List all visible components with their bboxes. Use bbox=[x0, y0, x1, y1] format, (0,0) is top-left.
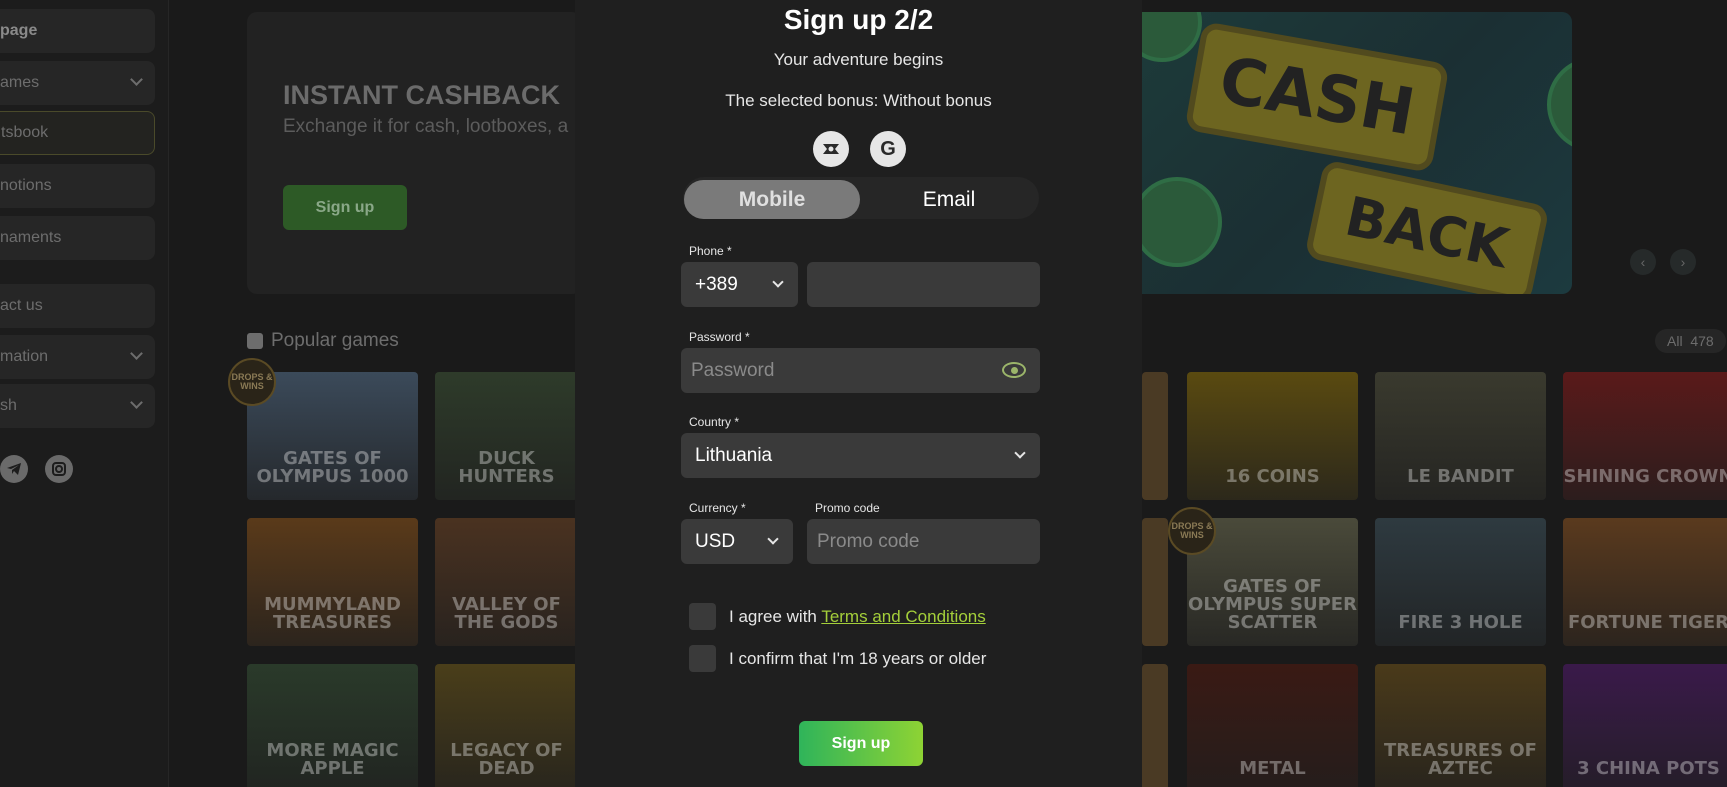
currency-value: USD bbox=[695, 530, 736, 552]
cashback-banner-art: CASH BACK bbox=[1142, 12, 1572, 294]
game-tile[interactable]: 3 CHINA POTS bbox=[1563, 664, 1727, 787]
banner-subtitle: Exchange it for cash, lootboxes, a bbox=[283, 116, 569, 137]
game-tile[interactable]: TREASURES OF AZTEC bbox=[1375, 664, 1546, 787]
selected-bonus-text: The selected bonus: Without bonus bbox=[725, 91, 992, 110]
game-tile-partial[interactable] bbox=[1142, 664, 1168, 787]
sidebar-item-information[interactable]: mation bbox=[0, 335, 155, 379]
all-count: 478 bbox=[1690, 333, 1714, 349]
game-tile-partial[interactable] bbox=[1142, 518, 1168, 646]
game-tile[interactable]: FORTUNE TIGER bbox=[1563, 518, 1727, 646]
banner-title: INSTANT CASHBACK bbox=[283, 80, 560, 110]
chevron-down-icon bbox=[772, 276, 784, 288]
currency-label: Currency * bbox=[689, 501, 746, 515]
terms-text: I agree with Terms and Conditions bbox=[729, 607, 986, 627]
sidebar-item-label: notions bbox=[0, 177, 52, 194]
game-tile[interactable]: MUMMYLAND TREASURES bbox=[247, 518, 418, 646]
sidebar: page ames tsbook notions naments act us … bbox=[0, 0, 169, 787]
coin-graphic bbox=[1142, 177, 1222, 267]
coin-graphic bbox=[1142, 12, 1202, 62]
age-checkbox-row: I confirm that I'm 18 years or older bbox=[689, 645, 986, 672]
modal-subtitle: Your adventure begins bbox=[773, 50, 944, 69]
telegram-login-icon[interactable] bbox=[813, 131, 849, 167]
banner-signup-button[interactable]: Sign up bbox=[283, 185, 407, 230]
sidebar-item-label: page bbox=[0, 22, 38, 39]
game-tile[interactable]: LEGACY OF DEAD bbox=[435, 664, 578, 787]
game-tile[interactable]: FIRE 3 HOLE bbox=[1375, 518, 1546, 646]
game-tile[interactable]: MORE MAGIC APPLE bbox=[247, 664, 418, 787]
sidebar-item-label: act us bbox=[0, 297, 43, 314]
sidebar-item-tournaments[interactable]: naments bbox=[0, 216, 155, 260]
slider-next-button[interactable]: › bbox=[1670, 249, 1696, 275]
chevron-down-icon bbox=[767, 533, 779, 545]
drops-wins-badge: DROPS & WINS bbox=[1168, 507, 1216, 555]
country-label: Country * bbox=[689, 415, 740, 429]
sidebar-item-sportsbook[interactable]: tsbook bbox=[0, 111, 155, 155]
sidebar-item-main-page[interactable]: page bbox=[0, 9, 155, 53]
game-tile[interactable]: VALLEY OF THE GODS bbox=[435, 518, 578, 646]
sidebar-item-label: sh bbox=[0, 397, 17, 414]
sidebar-item-label: mation bbox=[0, 348, 49, 365]
promo-placeholder: Promo code bbox=[817, 530, 920, 552]
popular-icon bbox=[247, 333, 263, 349]
terms-link[interactable]: Terms and Conditions bbox=[821, 607, 985, 626]
sidebar-item-language[interactable]: sh bbox=[0, 384, 155, 428]
sidebar-item-games[interactable]: ames bbox=[0, 61, 155, 105]
tab-mobile[interactable]: Mobile bbox=[684, 180, 860, 219]
game-tile[interactable]: METAL bbox=[1187, 664, 1358, 787]
game-tile[interactable]: SHINING CROWN bbox=[1563, 372, 1727, 500]
terms-checkbox-row: I agree with Terms and Conditions bbox=[689, 603, 986, 630]
password-label: Password * bbox=[689, 330, 750, 344]
game-tile[interactable]: DUCK HUNTERS bbox=[435, 372, 578, 500]
game-tile[interactable]: LE BANDIT bbox=[1375, 372, 1546, 500]
agree-text: I agree with bbox=[729, 606, 817, 626]
all-games-link[interactable]: All 478 bbox=[1655, 329, 1726, 353]
chevron-down-icon bbox=[130, 73, 143, 86]
sidebar-item-promotions[interactable]: notions bbox=[0, 164, 155, 208]
phone-code-select[interactable]: +389 bbox=[681, 262, 798, 307]
phone-number-input[interactable] bbox=[807, 262, 1040, 307]
signup-submit-button[interactable]: Sign up bbox=[799, 721, 923, 766]
sidebar-item-label: tsbook bbox=[1, 124, 49, 141]
age-confirm-text: I confirm that I'm 18 years or older bbox=[729, 648, 987, 668]
modal-title: Sign up 2/2 bbox=[783, 4, 934, 35]
signup-modal: Sign up 2/2 Your adventure begins The se… bbox=[575, 0, 1142, 787]
age-checkbox[interactable] bbox=[689, 645, 716, 672]
tab-email[interactable]: Email bbox=[861, 180, 1037, 219]
country-value: Lithuania bbox=[695, 444, 773, 466]
game-tile-partial[interactable] bbox=[1142, 372, 1168, 500]
currency-select[interactable]: USD bbox=[681, 519, 793, 564]
instagram-icon[interactable] bbox=[45, 455, 73, 483]
password-input[interactable]: Password bbox=[681, 348, 1040, 393]
sidebar-item-label: naments bbox=[0, 229, 62, 246]
terms-checkbox[interactable] bbox=[689, 603, 716, 630]
phone-label: Phone * bbox=[689, 244, 732, 258]
password-placeholder: Password bbox=[691, 359, 775, 381]
game-tile[interactable]: 16 COINS bbox=[1187, 372, 1358, 500]
sidebar-item-label: ames bbox=[0, 74, 40, 91]
popular-games-title: Popular games bbox=[271, 330, 399, 351]
all-label: All bbox=[1667, 333, 1683, 349]
coin-graphic bbox=[1547, 57, 1572, 152]
show-password-eye-icon[interactable] bbox=[1002, 362, 1026, 378]
phone-code-value: +389 bbox=[695, 273, 738, 295]
slider-prev-button[interactable]: ‹ bbox=[1630, 249, 1656, 275]
google-login-icon[interactable]: G bbox=[870, 131, 906, 167]
country-select[interactable]: Lithuania bbox=[681, 433, 1040, 478]
cash-sign-art: CASH bbox=[1184, 21, 1450, 173]
drops-wins-badge: DROPS & WINS bbox=[228, 358, 276, 406]
promo-label: Promo code bbox=[815, 501, 880, 515]
sidebar-item-contact-us[interactable]: act us bbox=[0, 284, 155, 328]
popular-games-header: Popular games bbox=[247, 330, 399, 352]
promo-code-input[interactable]: Promo code bbox=[807, 519, 1040, 564]
chevron-down-icon bbox=[1014, 447, 1026, 459]
chevron-down-icon bbox=[130, 347, 143, 360]
telegram-icon[interactable] bbox=[0, 455, 28, 483]
back-sign-art: BACK bbox=[1304, 159, 1550, 294]
promo-banner bbox=[247, 12, 582, 294]
signup-method-toggle: Mobile Email bbox=[683, 177, 1039, 219]
chevron-down-icon bbox=[130, 396, 143, 409]
